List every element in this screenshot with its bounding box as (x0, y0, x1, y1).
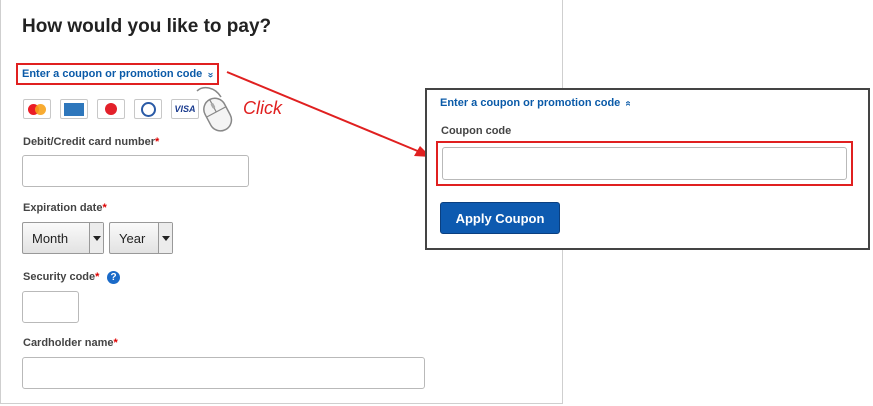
coupon-zoom-panel: Enter a coupon or promotion code » Coupo… (425, 88, 870, 250)
chevron-up-icon: » (622, 100, 634, 107)
coupon-code-label: Coupon code (441, 125, 512, 137)
coupon-toggle-link-expanded[interactable]: Enter a coupon or promotion code » (440, 97, 634, 109)
coupon-highlight (436, 141, 853, 186)
coupon-code-input[interactable] (442, 147, 847, 180)
apply-coupon-button[interactable]: Apply Coupon (440, 202, 560, 234)
